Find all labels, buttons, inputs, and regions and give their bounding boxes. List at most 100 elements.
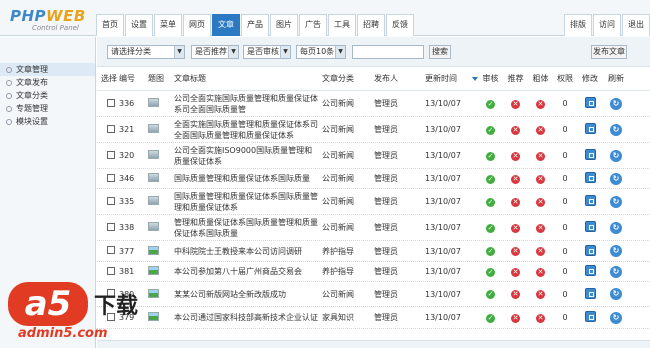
image-icon[interactable] [148, 173, 159, 182]
cross-icon[interactable]: ✕ [511, 125, 520, 135]
nav-tab-2[interactable]: 菜单 [154, 14, 182, 36]
edit-icon[interactable] [584, 172, 596, 183]
row-checkbox[interactable] [107, 98, 115, 107]
search-input[interactable] [352, 45, 424, 59]
edit-icon[interactable] [584, 287, 596, 299]
cross-icon[interactable]: ✕ [536, 151, 545, 161]
check-icon[interactable]: ✓ [486, 174, 495, 184]
article-title[interactable]: 管理和质量保证体系国际质量管理和质量保证体系国际质量 [170, 217, 320, 239]
article-title[interactable]: 公司全面实施国际质量管理和质量保证体系司全面国际质量管 [170, 93, 320, 115]
edit-icon[interactable] [584, 97, 596, 108]
cross-icon[interactable]: ✕ [536, 99, 545, 109]
cross-icon[interactable]: ✕ [511, 99, 520, 109]
image-icon[interactable] [148, 222, 159, 231]
image-icon[interactable] [148, 266, 159, 275]
nav-right-tab-0[interactable]: 排版 [564, 14, 592, 36]
refresh-icon[interactable]: ↻ [610, 221, 622, 234]
edit-icon[interactable] [584, 244, 596, 256]
nav-tab-5[interactable]: 产品 [241, 14, 269, 36]
refresh-icon[interactable]: ↻ [610, 288, 622, 300]
check-icon[interactable]: ✓ [486, 313, 495, 323]
article-title[interactable]: 本公司通过国家科技部高新技术企业认证 [170, 312, 320, 323]
nav-tab-7[interactable]: 广告 [299, 14, 327, 36]
cross-icon[interactable]: ✕ [536, 247, 545, 256]
recommend-select[interactable]: 是否推荐 ▼ [191, 45, 239, 59]
sidebar-item-1[interactable]: 文章发布 [0, 76, 95, 89]
edit-icon[interactable] [584, 265, 596, 276]
refresh-icon[interactable]: ↻ [610, 195, 622, 208]
article-title[interactable]: 国际质量管理和质量保证体系国际质量 [170, 173, 320, 184]
refresh-icon[interactable]: ↻ [610, 172, 622, 185]
search-button[interactable]: 搜索 [429, 45, 451, 59]
edit-icon[interactable] [584, 311, 596, 322]
cross-icon[interactable]: ✕ [536, 174, 545, 184]
nav-tab-4[interactable]: 文章 [212, 14, 240, 36]
article-title[interactable]: 本公司参加第八十届广州商品交易会 [170, 266, 320, 277]
article-title[interactable]: 全面实施国际质量管理和质量保证体系司全面国际质量管理和质量保证体系 [170, 119, 320, 141]
check-icon[interactable]: ✓ [486, 197, 495, 207]
cross-icon[interactable]: ✕ [511, 313, 520, 323]
cross-icon[interactable]: ✕ [511, 151, 520, 161]
nav-right-tab-2[interactable]: 退出 [622, 14, 650, 36]
image-icon[interactable] [148, 98, 159, 107]
nav-right-tab-1[interactable]: 访问 [593, 14, 621, 36]
edit-icon[interactable] [584, 221, 596, 232]
image-icon[interactable] [148, 150, 159, 159]
edit-icon[interactable] [584, 123, 596, 134]
cross-icon[interactable]: ✕ [511, 247, 520, 256]
row-checkbox[interactable] [107, 124, 115, 133]
check-icon[interactable]: ✓ [486, 151, 495, 161]
edit-icon[interactable] [584, 149, 596, 160]
row-checkbox[interactable] [107, 196, 115, 205]
cross-icon[interactable]: ✕ [511, 223, 520, 233]
row-checkbox[interactable] [107, 266, 115, 275]
image-icon[interactable] [148, 124, 159, 133]
publish-article-button[interactable]: 发布文章 [591, 45, 627, 59]
refresh-icon[interactable]: ↻ [610, 245, 622, 257]
sidebar-item-4[interactable]: 模块设置 [0, 115, 95, 128]
row-checkbox[interactable] [107, 246, 115, 254]
category-select[interactable]: 请选择分类 ▼ [107, 45, 185, 59]
article-title[interactable]: 中科院院士王教授来本公司访问调研 [170, 246, 320, 257]
row-checkbox[interactable] [107, 173, 115, 182]
refresh-icon[interactable]: ↻ [610, 311, 622, 324]
cross-icon[interactable]: ✕ [536, 267, 545, 277]
check-icon[interactable]: ✓ [486, 125, 495, 135]
sidebar-item-0[interactable]: 文章管理 [0, 63, 95, 76]
edit-icon[interactable] [584, 195, 596, 206]
cross-icon[interactable]: ✕ [511, 267, 520, 277]
article-title[interactable]: 公司全面实施ISO9000国际质量管理和质量保证体系 [170, 145, 320, 167]
cross-icon[interactable]: ✕ [536, 197, 545, 207]
sidebar-item-3[interactable]: 专题管理 [0, 102, 95, 115]
image-icon[interactable] [148, 245, 159, 255]
cross-icon[interactable]: ✕ [536, 125, 545, 135]
check-icon[interactable]: ✓ [486, 290, 495, 299]
refresh-icon[interactable]: ↻ [610, 265, 622, 278]
nav-tab-3[interactable]: 网页 [183, 14, 211, 36]
row-checkbox[interactable] [107, 222, 115, 231]
cross-icon[interactable]: ✕ [536, 313, 545, 323]
nav-tab-6[interactable]: 图片 [270, 14, 298, 36]
article-title[interactable]: 国际质量管理和质量保证体系国际质量管理和质量保证体系 [170, 191, 320, 213]
row-checkbox[interactable] [107, 150, 115, 159]
check-icon[interactable]: ✓ [486, 247, 495, 256]
refresh-icon[interactable]: ↻ [610, 123, 622, 136]
nav-tab-9[interactable]: 招聘 [357, 14, 385, 36]
audit-select[interactable]: 是否审核 ▼ [243, 45, 291, 59]
nav-tab-8[interactable]: 工具 [328, 14, 356, 36]
nav-tab-0[interactable]: 首页 [96, 14, 124, 36]
cross-icon[interactable]: ✕ [511, 174, 520, 184]
refresh-icon[interactable]: ↻ [610, 97, 622, 110]
per-page-select[interactable]: 每页10条 ▼ [296, 45, 346, 59]
cross-icon[interactable]: ✕ [536, 290, 545, 299]
check-icon[interactable]: ✓ [486, 223, 495, 233]
check-icon[interactable]: ✓ [486, 99, 495, 109]
refresh-icon[interactable]: ↻ [610, 149, 622, 162]
article-title[interactable]: 某某公司新版网站全新改版成功 [170, 289, 320, 300]
cross-icon[interactable]: ✕ [511, 197, 520, 207]
sidebar-item-2[interactable]: 文章分类 [0, 89, 95, 102]
nav-tab-10[interactable]: 反馈 [386, 14, 414, 36]
check-icon[interactable]: ✓ [486, 267, 495, 277]
column-header-6[interactable]: 更新时间 [425, 73, 471, 84]
cross-icon[interactable]: ✕ [536, 223, 545, 233]
